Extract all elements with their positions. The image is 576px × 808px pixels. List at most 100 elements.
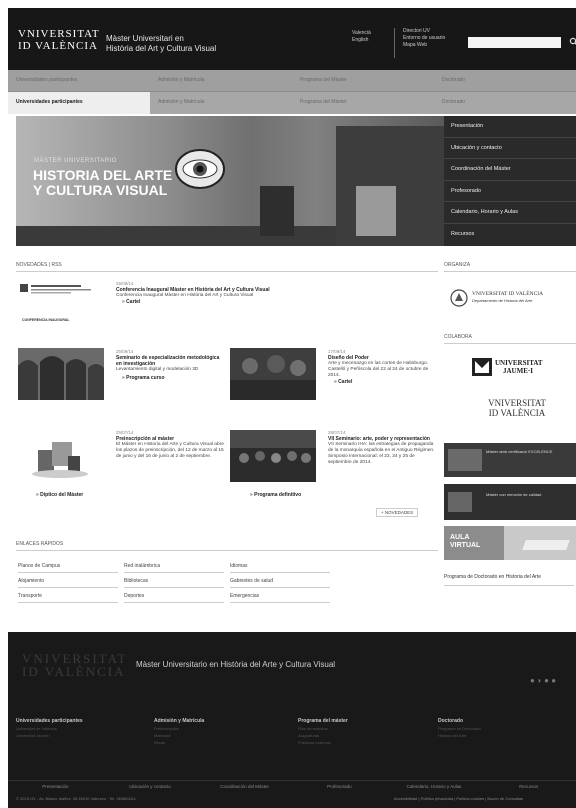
- university-logo[interactable]: VNIVERSITAT ID VALÈNCIA: [18, 28, 100, 52]
- footer-link[interactable]: Universitat Jaume I: [16, 733, 83, 738]
- quick-link[interactable]: Gabinetes de salud: [230, 574, 330, 588]
- doctorate-program-link[interactable]: Programa de Doctorado en Historia del Ar…: [444, 574, 574, 586]
- quick-link[interactable]: Idiomas: [230, 559, 330, 573]
- hero-title-line-2: Y CULTURA VISUAL: [33, 182, 168, 198]
- footer-link[interactable]: Matrícula: [154, 733, 204, 738]
- footer-link[interactable]: Programa de Doctorado: [438, 726, 481, 731]
- lang-valencian-link[interactable]: Valencià: [352, 30, 371, 37]
- news-link[interactable]: Díptico del Máster: [30, 492, 83, 498]
- menu-coordination[interactable]: Coordinación del Máster: [444, 159, 576, 181]
- sitemap-link[interactable]: Mapa Web: [403, 42, 445, 49]
- news-thumb-objects[interactable]: [18, 430, 104, 482]
- hero-sculpture-block: [260, 186, 294, 236]
- footer-nav-item[interactable]: Calendario, Horario y Aulas: [387, 781, 482, 792]
- nav-item-admission[interactable]: Admisión y Matrícula: [150, 70, 292, 92]
- quick-link[interactable]: Deportes: [124, 589, 224, 603]
- nav-tab-admission[interactable]: Admisión y Matrícula: [150, 92, 292, 114]
- menu-presentation[interactable]: Presentación: [444, 116, 576, 138]
- footer-nav-item[interactable]: Ubicación y contacto: [103, 781, 198, 792]
- news-body: VII Seminario IHA: las estrategias de pr…: [328, 442, 435, 465]
- footer-column-title[interactable]: Doctorado: [438, 718, 481, 724]
- rss-icon[interactable]: ◗: [537, 676, 542, 685]
- menu-faculty[interactable]: Profesorado: [444, 181, 576, 203]
- eye-image: [175, 149, 225, 189]
- nav-item-universities[interactable]: Universidades participantes: [8, 70, 150, 92]
- nav-tab-universities[interactable]: Universidades participantes: [8, 92, 150, 114]
- search-input[interactable]: [468, 37, 561, 48]
- footer-link[interactable]: Prácticas externas: [298, 740, 348, 745]
- quick-link[interactable]: Planos de Campus: [18, 559, 118, 573]
- news-thumb-arches[interactable]: [18, 348, 104, 400]
- keyboard-image: [522, 540, 570, 550]
- footer-legal-links[interactable]: Accesibilidad | Política privacidad | Po…: [394, 796, 523, 801]
- search-icon[interactable]: [569, 36, 576, 48]
- footer-link[interactable]: Preinscripción: [154, 726, 204, 731]
- quick-link[interactable]: Emergencias: [230, 589, 330, 603]
- hero-sculpture-light: [356, 186, 396, 236]
- footer-logo[interactable]: VNIVERSITAT ID VALÈNCIA: [22, 652, 127, 678]
- news-item: 17/09/14 Diseño del Poder Arte y mecenaz…: [328, 349, 436, 385]
- menu-resources[interactable]: Recursos: [444, 224, 576, 246]
- colabora-header: COLABORA: [444, 334, 576, 344]
- uv-logo-line-1: VNIVERSITAT: [488, 398, 546, 408]
- news-link[interactable]: Cartel: [328, 379, 436, 385]
- main-nav: Universidades participantes Admisión y M…: [8, 70, 576, 114]
- news-link[interactable]: Programa curso: [116, 375, 224, 381]
- uv-logo-line-2: ID VALÈNCIA: [488, 408, 546, 418]
- footer-column-title[interactable]: Universidades participantes: [16, 718, 83, 724]
- section-menu: Presentación Ubicación y contacto Coordi…: [444, 116, 576, 246]
- footer-nav-item[interactable]: Presentación: [8, 781, 103, 792]
- quick-link[interactable]: Red inalámbrica: [124, 559, 224, 573]
- footer-nav-item[interactable]: Recursos: [481, 781, 576, 792]
- news-title[interactable]: Seminario de especialización metodológic…: [116, 355, 224, 367]
- apple-icon[interactable]: ●: [544, 676, 549, 685]
- more-news-button[interactable]: + NOVEDADES: [376, 508, 419, 517]
- menu-location-contact[interactable]: Ubicación y contacto: [444, 138, 576, 160]
- android-icon[interactable]: ●: [551, 676, 556, 685]
- university-seal-icon: [450, 289, 468, 307]
- nav-item-program[interactable]: Programa del Máster: [292, 70, 434, 92]
- jaume-i-logo[interactable]: UNIVERSITAT JAUME·I: [470, 350, 560, 384]
- news-header[interactable]: NOVEDADES | RSS: [16, 262, 438, 272]
- arches-image: [18, 348, 104, 400]
- nav-item-doctorate[interactable]: Doctorado: [434, 70, 576, 92]
- excellence-banner[interactable]: Màster amb certificació EXCELENCE: [444, 443, 576, 477]
- footer-link[interactable]: Historia del Arte: [438, 733, 481, 738]
- footer-column-title[interactable]: Programa del máster: [298, 718, 348, 724]
- footer-column-title[interactable]: Admisión y Matrícula: [154, 718, 204, 724]
- news-link[interactable]: Programa definitivo: [244, 492, 301, 498]
- news-thumb-painting[interactable]: [230, 348, 316, 400]
- nav-tab-doctorate[interactable]: Doctorado: [434, 92, 576, 114]
- language-switcher: Valencià English: [352, 30, 371, 44]
- organizer-logo[interactable]: VNIVERSITAT ID VALÈNCIA Departamento de …: [450, 286, 574, 312]
- directory-link[interactable]: Directori UV: [403, 28, 445, 35]
- lang-english-link[interactable]: English: [352, 37, 371, 44]
- quick-link[interactable]: Transporte: [18, 589, 118, 603]
- news-link[interactable]: Cartel: [116, 299, 326, 305]
- site-footer: VNIVERSITAT ID VALÈNCIA Màster Universit…: [8, 632, 576, 808]
- uv-logo[interactable]: VNIVERSITAT ID VALÈNCIA: [474, 398, 560, 428]
- site-title[interactable]: Màster Universitari en Història del Art …: [106, 34, 216, 54]
- virtual-label: VIRTUAL: [450, 542, 481, 549]
- news-thumb-procession[interactable]: [230, 430, 316, 482]
- footer-nav-item[interactable]: Coordinación del Máster: [197, 781, 292, 792]
- quick-link[interactable]: Alojamiento: [18, 574, 118, 588]
- nav-tab-program[interactable]: Programa del Máster: [292, 92, 434, 114]
- nav-row-bottom: Universidades participantes Admisión y M…: [8, 92, 576, 114]
- news-item: 25/09/14 Seminario de especialización me…: [116, 349, 224, 381]
- user-area-link[interactable]: Entorno de usuario: [403, 35, 445, 42]
- quick-link[interactable]: Bibliotecas: [124, 574, 224, 588]
- flickr-icon[interactable]: ●: [530, 676, 535, 685]
- footer-link[interactable]: Asignaturas: [298, 733, 348, 738]
- aula-virtual-banner[interactable]: AULA VIRTUAL: [444, 526, 576, 560]
- footer-link[interactable]: Universitat de València: [16, 726, 83, 731]
- footer-link[interactable]: Becas: [154, 740, 204, 745]
- jaume-i-line-1: UNIVERSITAT: [495, 359, 543, 367]
- menu-calendar[interactable]: Calendario, Horario y Aulas: [444, 202, 576, 224]
- footer-nav-item[interactable]: Profesorado: [292, 781, 387, 792]
- news-thumb-conference[interactable]: CONFERENCIA INAUGURAL: [18, 282, 104, 324]
- footer-link[interactable]: Plan de estudios: [298, 726, 348, 731]
- news-item: 25/07/14 Preinscripción al máster El Más…: [116, 430, 224, 460]
- quality-banner[interactable]: Máster con mención de calidad: [444, 484, 576, 520]
- excellence-banner-text: Màster amb certificació EXCELENCE: [486, 449, 553, 454]
